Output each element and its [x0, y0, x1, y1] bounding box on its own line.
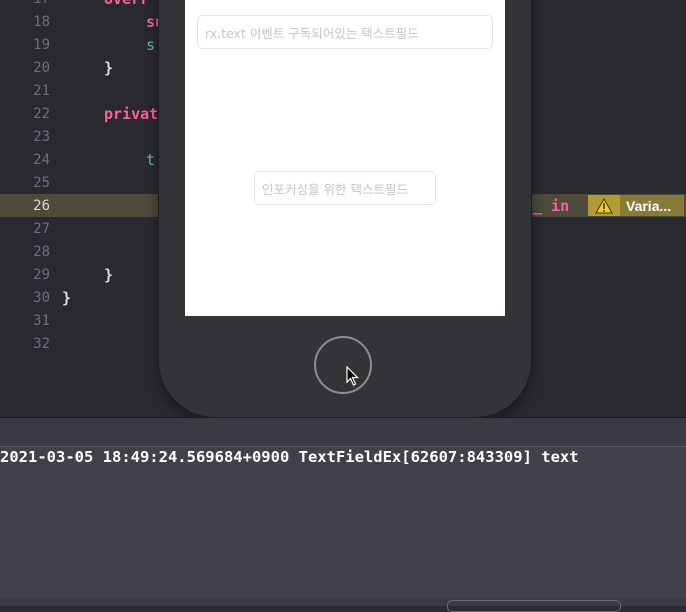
- line-number: 19: [33, 37, 50, 53]
- line-number: 23: [33, 129, 50, 145]
- code-keyword[interactable]: privat: [104, 103, 158, 126]
- line-number: 21: [33, 83, 50, 99]
- line-number: 28: [33, 244, 50, 260]
- console-filter-field[interactable]: [447, 600, 621, 612]
- mouse-cursor-icon: [346, 365, 360, 390]
- line-number: 29: [33, 267, 50, 283]
- line-number: 24: [33, 152, 50, 168]
- code-identifier[interactable]: t: [146, 149, 155, 172]
- line-number: 31: [33, 313, 50, 329]
- console-output[interactable]: 2021-03-05 18:49:24.569684+0900 TextFiel…: [0, 447, 686, 606]
- code-brace[interactable]: }: [104, 57, 113, 80]
- line-number: 26: [33, 198, 50, 214]
- line-number: 27: [33, 221, 50, 237]
- warning-triangle-icon: [588, 195, 620, 216]
- line-number: 18: [33, 14, 50, 30]
- code-keyword[interactable]: overr: [104, 0, 149, 11]
- debug-bar: [0, 418, 686, 446]
- line-number: 22: [33, 106, 50, 122]
- code-brace[interactable]: }: [104, 264, 113, 287]
- code-identifier[interactable]: s: [146, 34, 155, 57]
- console-log-line: 2021-03-05 18:49:24.569684+0900 TextFiel…: [0, 448, 579, 466]
- line-number: 25: [33, 175, 50, 191]
- warning-badge[interactable]: Varia...: [588, 195, 684, 216]
- code-keyword[interactable]: _ in: [533, 195, 569, 218]
- rx-text-field[interactable]: rx.text 이벤트 구독되어있는 텍스트필드: [197, 15, 493, 49]
- simulator-screen[interactable]: rx.text 이벤트 구독되어있는 텍스트필드 인포커싱을 위한 텍스트필드: [185, 0, 505, 316]
- line-number: 17: [0, 0, 50, 11]
- warning-text: Varia...: [626, 197, 672, 214]
- line-number: 20: [33, 60, 50, 76]
- home-button[interactable]: [314, 336, 372, 394]
- focus-text-field[interactable]: 인포커싱을 위한 텍스트필드: [254, 171, 436, 205]
- line-number: 32: [33, 336, 50, 352]
- line-number: 30: [33, 290, 50, 306]
- code-brace[interactable]: }: [62, 287, 71, 310]
